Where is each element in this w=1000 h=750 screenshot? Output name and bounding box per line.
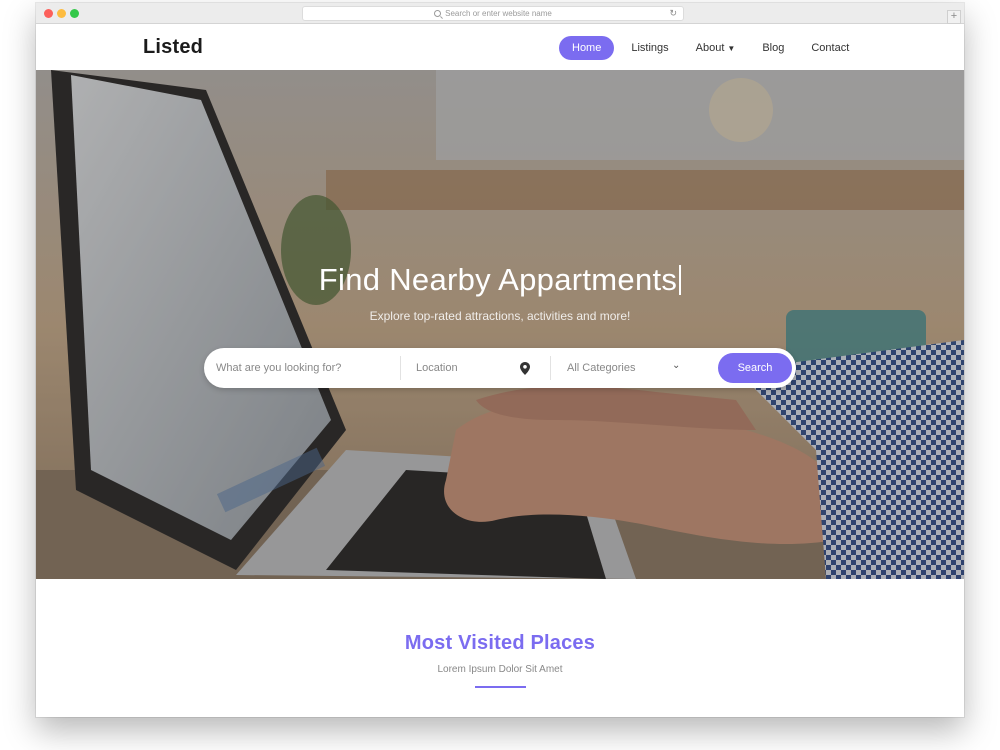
search-icon (434, 10, 442, 17)
section-subtitle: Lorem Ipsum Dolor Sit Amet (437, 664, 563, 675)
nav-blog[interactable]: Blog (762, 36, 784, 60)
screenshot-stage: Search or enter website name ↻ + Listed … (0, 0, 1000, 750)
divider (550, 356, 551, 380)
keyword-input[interactable]: What are you looking for? (216, 348, 396, 388)
location-input[interactable]: Location (416, 348, 526, 388)
search-button[interactable]: Search (718, 353, 792, 383)
hero-subtitle: Explore top-rated attractions, activitie… (369, 309, 631, 323)
category-select[interactable]: All Categories (567, 348, 677, 388)
minimize-window-button[interactable] (57, 9, 66, 18)
zoom-window-button[interactable] (70, 9, 79, 18)
divider (400, 356, 401, 380)
chevron-down-icon[interactable]: ⌄ (672, 360, 680, 371)
nav-listings[interactable]: Listings (631, 36, 668, 60)
nav-home[interactable]: Home (559, 36, 615, 60)
reload-icon[interactable]: ↻ (669, 8, 677, 19)
site-header: Listed Home Listings About ▼ Blog Contact (36, 25, 964, 70)
close-window-button[interactable] (44, 9, 53, 18)
typing-cursor (679, 265, 682, 295)
address-bar[interactable]: Search or enter website name ↻ (302, 6, 684, 21)
main-nav: Home Listings About ▼ Blog Contact (559, 36, 876, 60)
browser-toolbar: Search or enter website name ↻ + (36, 3, 964, 24)
site-logo[interactable]: Listed (143, 36, 203, 59)
location-pin-icon (520, 362, 530, 375)
nav-about-label: About (695, 42, 725, 54)
browser-window: Search or enter website name ↻ + Listed … (36, 3, 964, 717)
hero-title-text: Find Nearby Appartments (318, 262, 678, 297)
chevron-down-icon: ▼ (727, 44, 736, 53)
section-title: Most Visited Places (404, 632, 596, 654)
hero-overlay (36, 70, 964, 579)
hero-title: Find Nearby Appartments (36, 262, 964, 298)
new-tab-button[interactable]: + (947, 10, 961, 24)
nav-about[interactable]: About ▼ (696, 36, 736, 60)
hero-section: Find Nearby Appartments Explore top-rate… (36, 70, 964, 579)
section-underline (475, 686, 526, 688)
search-form: What are you looking for? Location All C… (204, 348, 796, 388)
address-placeholder: Search or enter website name (445, 9, 552, 18)
most-visited-section: Most Visited Places Lorem Ipsum Dolor Si… (36, 579, 964, 717)
nav-contact[interactable]: Contact (811, 36, 849, 60)
